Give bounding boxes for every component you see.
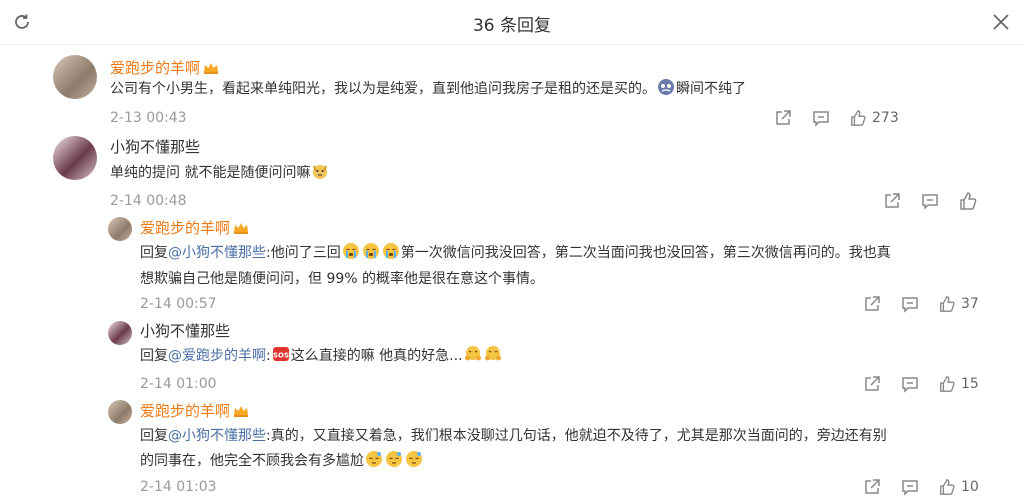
share-icon[interactable] <box>862 374 882 394</box>
crying-emoji-icon <box>342 243 359 259</box>
awkward-emoji-icon <box>386 451 402 467</box>
mention-link[interactable]: @小狗不懂那些 <box>168 245 266 261</box>
reply-text: 回复@爱跑步的羊啊: SOS 这么直接的嘛 他真的好急... <box>140 343 503 369</box>
comment-actions <box>882 191 978 211</box>
comment-icon[interactable] <box>811 108 831 128</box>
comment-icon[interactable] <box>920 191 940 211</box>
comment-icon[interactable] <box>900 374 920 394</box>
username[interactable]: 小狗不懂那些 <box>140 320 230 341</box>
like-button[interactable]: 37 <box>938 295 979 313</box>
thumbs-up-icon[interactable] <box>958 191 978 211</box>
share-icon[interactable] <box>882 191 902 211</box>
timestamp: 2-14 01:03 <box>140 479 217 495</box>
timestamp: 2-14 00:57 <box>140 296 217 312</box>
avatar[interactable] <box>53 55 97 99</box>
comment-actions: 37 <box>862 294 979 314</box>
username[interactable]: 爱跑步的羊啊 <box>140 217 249 238</box>
mention-link[interactable]: @小狗不懂那些 <box>168 428 266 444</box>
like-count: 37 <box>961 296 979 312</box>
comment-icon[interactable] <box>900 477 920 497</box>
reply-text-line2: 的同事在，他完全不顾我会有多尴尬 <box>140 448 424 474</box>
timestamp: 2-14 01:00 <box>140 376 217 392</box>
reply-text: 回复@小狗不懂那些:真的，又直接又着急，我们根本没聊过几句话，他就迫不及待了，尤… <box>140 428 887 444</box>
header-bar: 36 条回复 <box>0 0 1024 45</box>
thumbs-up-icon <box>940 479 955 495</box>
avatar[interactable] <box>108 321 132 345</box>
like-button[interactable]: 10 <box>938 478 979 496</box>
svg-text:SOS: SOS <box>273 352 289 360</box>
avatar[interactable] <box>108 400 132 424</box>
crown-badge-icon <box>234 406 249 417</box>
thumbs-up-icon <box>940 296 955 312</box>
crying-emoji-icon <box>362 243 379 259</box>
avatar[interactable] <box>108 217 132 241</box>
comment-text: 公司有个小男生，看起来单纯阳光，我以为是纯爱，直到他追问我房子是租的还是买的。瞬… <box>110 76 746 102</box>
timestamp: 2-13 00:43 <box>110 110 187 126</box>
comment-text: 单纯的提问 就不能是随便问问嘛 <box>110 160 330 186</box>
close-icon[interactable] <box>992 13 1010 31</box>
timestamp: 2-14 00:48 <box>110 193 187 209</box>
like-count: 15 <box>961 376 979 392</box>
share-icon[interactable] <box>862 477 882 497</box>
crying-emoji-icon <box>382 243 399 259</box>
sos-emoji-icon: SOS <box>273 347 289 361</box>
reply-text-line2: 想欺骗自己他是随便问问，但 99% 的概率他是很在意这个事情。 <box>140 271 545 287</box>
thumbs-up-icon <box>851 110 866 126</box>
comment-actions: 15 <box>862 374 979 394</box>
like-button[interactable]: 273 <box>849 109 899 127</box>
comment-actions: 10 <box>862 477 979 497</box>
comment-icon[interactable] <box>900 294 920 314</box>
username[interactable]: 小狗不懂那些 <box>110 136 200 157</box>
crown-badge-icon <box>234 223 249 234</box>
share-icon[interactable] <box>773 108 793 128</box>
like-count: 10 <box>961 479 979 495</box>
thumbs-up-icon <box>940 376 955 392</box>
awkward-emoji-icon <box>366 451 382 467</box>
hug-emoji-icon <box>484 346 501 361</box>
like-count: 273 <box>872 110 899 126</box>
crown-badge-icon <box>204 63 219 74</box>
smirk-emoji-icon <box>658 79 674 95</box>
mention-link[interactable]: @爱跑步的羊啊 <box>168 348 266 364</box>
awkward-emoji-icon <box>406 451 422 467</box>
dog-emoji-icon <box>313 165 328 179</box>
reply-text: 回复@小狗不懂那些:他问了三回 第一次微信问我没回答，第二次当面问我也没回答，第三… <box>140 240 891 266</box>
hug-emoji-icon <box>464 346 481 361</box>
share-icon[interactable] <box>862 294 882 314</box>
username[interactable]: 爱跑步的羊啊 <box>140 400 249 421</box>
username[interactable]: 爱跑步的羊啊 <box>110 57 219 78</box>
like-button[interactable]: 15 <box>938 375 979 393</box>
page-title: 36 条回复 <box>472 16 552 36</box>
comment-actions: 273 <box>773 108 899 128</box>
avatar[interactable] <box>53 136 97 180</box>
